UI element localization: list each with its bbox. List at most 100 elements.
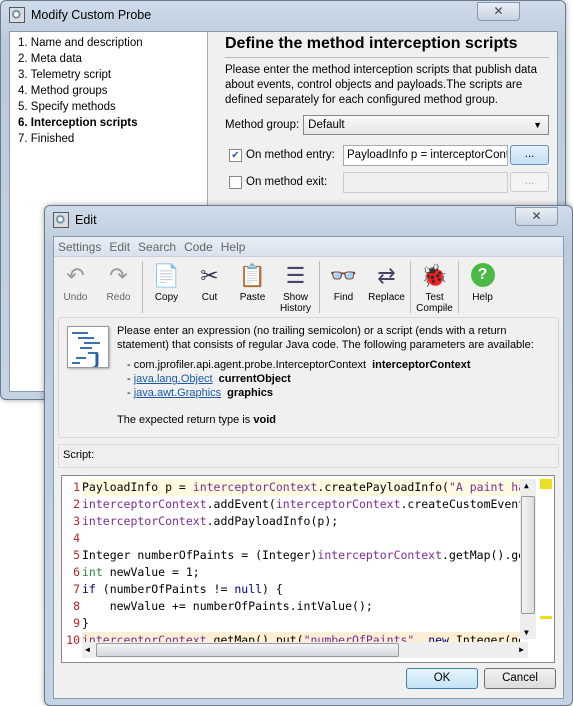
toolbar-copy-button[interactable]: 📄 Copy [145, 261, 188, 303]
parameter-item: - com.jprofiler.api.agent.probe.Intercep… [127, 359, 471, 371]
cancel-button[interactable]: Cancel [484, 668, 556, 689]
scissors-icon: ✂ [200, 262, 219, 288]
java-script-icon: J [67, 326, 109, 369]
code-token: interceptorContext [317, 548, 443, 562]
line-text: interceptorContext.addPayloadInfo(p); [82, 513, 520, 530]
code-token: newValue = 1; [102, 565, 200, 579]
scrollbar-thumb[interactable] [521, 496, 535, 614]
toolbar-redo-button[interactable]: ↷ Redo [97, 261, 140, 303]
code-line: 8 newValue += numberOfPaints.intValue(); [62, 598, 520, 615]
code-line: 3 interceptorContext.addPayloadInfo(p); [62, 513, 520, 530]
exit-checkbox[interactable] [229, 175, 242, 189]
code-line: 2 interceptorContext.addEvent(interceptor… [62, 496, 520, 513]
step-item[interactable]: 2. Meta data [18, 51, 199, 67]
binoculars-icon: 👓 [329, 262, 358, 288]
svg-text:J: J [93, 350, 100, 367]
code-token: interceptorContext [82, 497, 207, 511]
script-label: Script: [58, 444, 559, 468]
code-token: interceptorContext [82, 514, 207, 528]
toolbar-help-button[interactable]: ? Help [461, 261, 504, 303]
exit-script-field[interactable] [343, 171, 509, 193]
parameter-name: currentObject [218, 373, 291, 385]
toolbar-separator [319, 261, 320, 313]
warning-marker[interactable] [540, 616, 552, 619]
entry-edit-button[interactable]: ... [510, 145, 549, 165]
step-item[interactable]: 1. Name and description [18, 35, 199, 51]
line-text: int newValue = 1; [82, 564, 520, 581]
exit-label: On method exit: [246, 176, 328, 188]
line-text: } [82, 615, 520, 632]
menu-settings[interactable]: Settings [54, 240, 105, 254]
code-token: "A paint ha [448, 480, 520, 494]
parameter-item: - java.lang.Object currentObject [127, 373, 291, 385]
scroll-left-icon[interactable]: ◀ [85, 645, 90, 654]
close-button[interactable]: ✕ [477, 2, 520, 21]
toolbar-cut-button[interactable]: ✂ Cut [188, 261, 231, 303]
toolbar-label: Test Compile [416, 292, 453, 314]
info-panel: J Please enter an expression (no trailin… [58, 317, 559, 438]
close-button[interactable]: ✕ [515, 207, 558, 226]
line-text: PayloadInfo p = interceptorContext.creat… [82, 479, 520, 496]
vertical-scrollbar[interactable]: ▲ ▼ [520, 479, 536, 639]
replace-icon: ⇄ [377, 262, 396, 288]
code-token: interceptorContext [275, 497, 401, 511]
step-item[interactable]: 5. Specify methods [18, 99, 199, 115]
page-title: Define the method interception scripts [225, 35, 549, 58]
code-line: 6 int newValue = 1; [62, 564, 520, 581]
history-icon: ☰ [285, 262, 306, 288]
step-item[interactable]: 3. Telemetry script [18, 67, 199, 83]
help-icon: ? [461, 261, 504, 289]
line-text: newValue += numberOfPaints.intValue(); [82, 598, 520, 615]
step-item[interactable]: 4. Method groups [18, 83, 199, 99]
app-icon [9, 7, 25, 23]
code-token: .addEvent( [206, 497, 276, 511]
scroll-down-icon[interactable]: ▼ [524, 628, 529, 637]
return-type: void [253, 414, 276, 426]
code-token: null [234, 582, 263, 596]
step-item[interactable]: 7. Finished [18, 131, 199, 147]
method-group-select[interactable]: Default ▼ [303, 115, 549, 135]
toolbar-separator [142, 261, 143, 313]
scroll-right-icon[interactable]: ▶ [519, 645, 524, 654]
step-item[interactable]: 6. Interception scripts [18, 115, 199, 131]
code-token: .getMap().ge [442, 548, 520, 562]
entry-checkbox[interactable]: ✔ [229, 148, 242, 162]
toolbar-show-history-button[interactable]: ☰ Show History [274, 261, 317, 314]
code-line: 7 if (numberOfPaints != null) { [62, 581, 520, 598]
menu-help[interactable]: Help [217, 240, 250, 254]
ok-button[interactable]: OK [406, 668, 478, 689]
code-editor[interactable]: 1 PayloadInfo p = interceptorContext.crea… [61, 475, 555, 663]
horizontal-scrollbar[interactable]: ◀ ▶ [82, 642, 528, 658]
menu-code[interactable]: Code [180, 240, 217, 254]
line-text: if (numberOfPaints != null) { [82, 581, 520, 598]
line-number: 10 [62, 632, 82, 649]
toolbar-test-compile-button[interactable]: 🐞 Test Compile [413, 261, 456, 314]
line-text [82, 530, 520, 547]
toolbar-separator [458, 261, 459, 313]
scrollbar-thumb[interactable] [96, 643, 399, 657]
menu-search[interactable]: Search [134, 240, 180, 254]
toolbar-replace-button[interactable]: ⇄ Replace [365, 261, 408, 303]
method-group-value: Default [308, 119, 345, 131]
scroll-up-icon[interactable]: ▲ [524, 481, 529, 490]
code-line: 5 Integer numberOfPaints = (Integer)inter… [62, 547, 520, 564]
toolbar-paste-button[interactable]: 📋 Paste [231, 261, 274, 303]
line-number: 2 [62, 496, 82, 513]
parameter-type-link[interactable]: java.awt.Graphics [134, 387, 221, 399]
toolbar: ↶ Undo ↷ Redo 📄 Copy ✂ Cut 📋 Paste ☰ Show History 👓 F… [54, 257, 563, 315]
line-text: interceptorContext.addEvent(interceptorC… [82, 496, 520, 513]
toolbar-undo-button[interactable]: ↶ Undo [54, 261, 97, 303]
code-token: .addPayloadInfo(p); [206, 514, 339, 528]
toolbar-find-button[interactable]: 👓 Find [322, 261, 365, 303]
error-marker[interactable] [540, 479, 552, 489]
exit-edit-button[interactable]: ... [510, 172, 549, 192]
toolbar-label: Cut [201, 292, 218, 303]
parameter-name: interceptorContext [372, 359, 471, 371]
toolbar-label: Undo [63, 292, 88, 303]
menu-edit[interactable]: Edit [105, 240, 134, 254]
line-number: 6 [62, 564, 82, 581]
chevron-down-icon: ▼ [533, 120, 542, 130]
entry-script-field[interactable]: PayloadInfo p = interceptorContext [343, 144, 509, 166]
toolbar-separator [410, 261, 411, 313]
parameter-type-link[interactable]: java.lang.Object [134, 373, 213, 385]
